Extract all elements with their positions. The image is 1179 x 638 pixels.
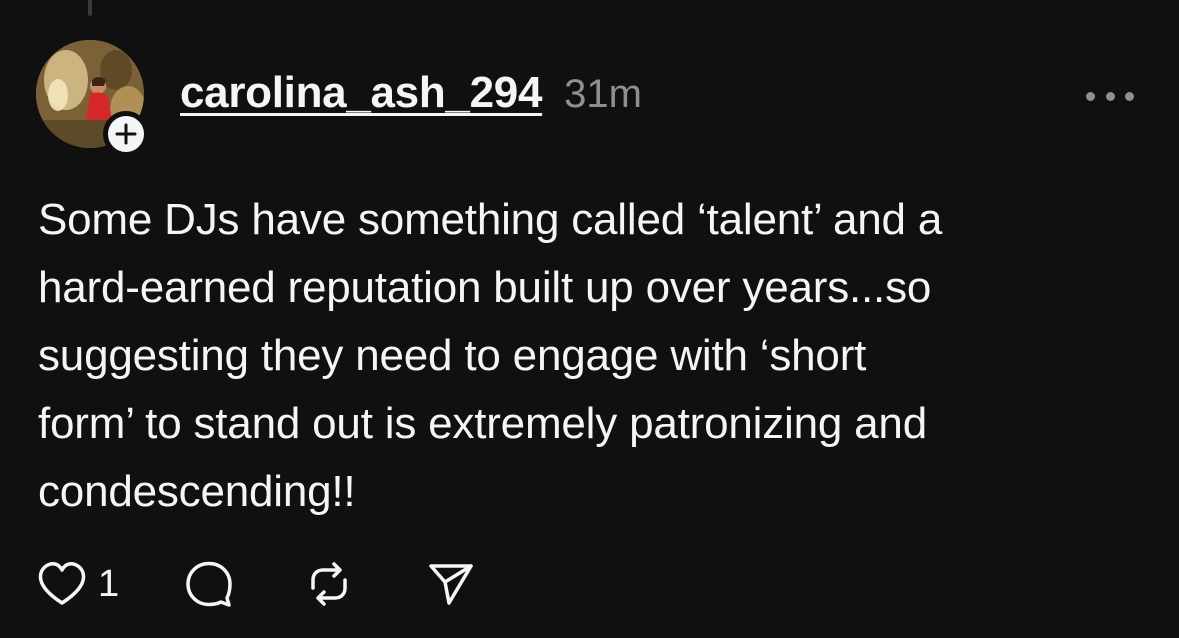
post-actions: 1 [36,556,477,612]
share-button[interactable] [425,558,477,610]
more-options-button[interactable] [1086,86,1134,106]
like-button[interactable]: 1 [36,560,119,608]
username-link[interactable]: carolina_ash_294 [180,68,542,118]
repost-icon [311,562,347,606]
more-horizontal-icon [1086,91,1095,101]
comment-button[interactable] [183,558,235,610]
repost-button[interactable] [303,558,355,610]
heart-icon [38,562,86,605]
thread-connector-line [88,0,92,16]
like-count: 1 [98,562,120,605]
post-header: carolina_ash_294 31m [180,68,642,118]
post-text: Some DJs have something called ‘talent’ … [38,195,943,516]
send-icon [429,564,473,605]
post-timestamp: 31m [564,72,642,116]
plus-icon [115,123,137,145]
comment-icon [186,561,232,607]
follow-button[interactable] [103,111,149,157]
